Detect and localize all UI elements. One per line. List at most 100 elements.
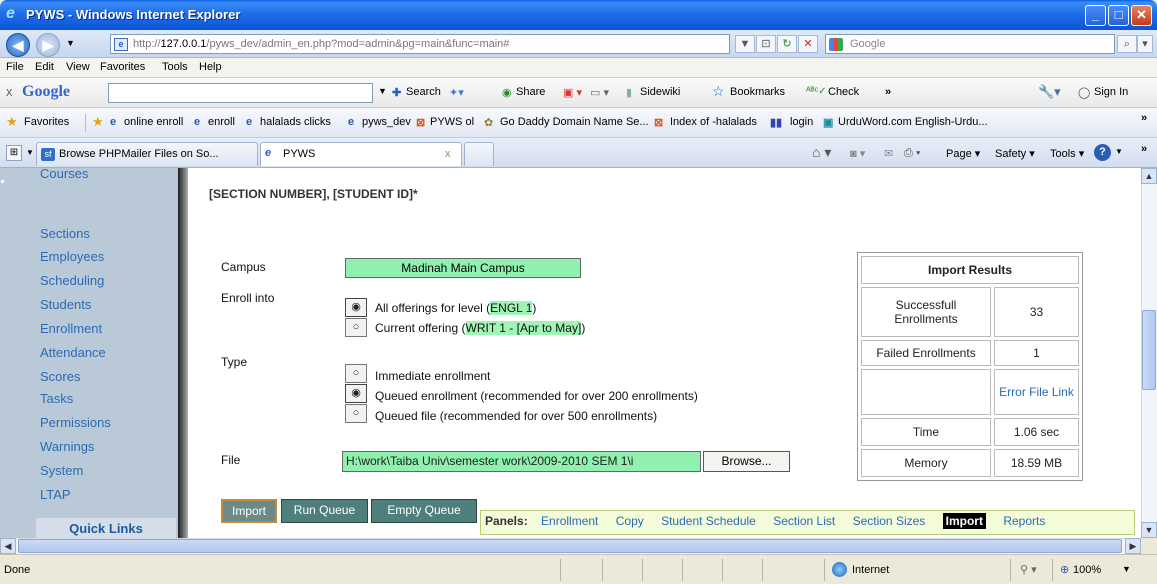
tools-menu[interactable]: Tools ▾ (1050, 147, 1084, 160)
sidebar-item-system[interactable]: System (40, 463, 83, 478)
safety-menu[interactable]: Safety ▾ (995, 147, 1035, 160)
sidebar-item-permissions[interactable]: Permissions (40, 415, 111, 430)
menu-edit[interactable]: Edit (35, 61, 54, 73)
menu-tools[interactable]: Tools (162, 61, 188, 73)
search-go-icon[interactable]: ⌕ (1117, 35, 1137, 53)
puzzle-icon[interactable]: ✦▾ (449, 86, 464, 99)
quick-tabs-icon[interactable]: ⊞ (6, 145, 22, 161)
toolbar-more-button[interactable]: » (885, 86, 891, 98)
quick-links-header[interactable]: Quick Links (36, 518, 176, 538)
page-rank-icon[interactable]: ▣ ▾ (563, 86, 582, 99)
share-button[interactable]: Share (516, 86, 545, 98)
zoom-level[interactable]: 100% (1073, 564, 1101, 576)
sign-in-button[interactable]: Sign In (1094, 86, 1128, 98)
tab-list-dropdown-icon[interactable]: ▼ (26, 148, 34, 157)
panel-section-list[interactable]: Section List (773, 514, 835, 528)
home-icon[interactable]: ⌂ ▾ (812, 144, 831, 161)
minimize-button[interactable]: _ (1085, 5, 1106, 26)
sidebar-item-scheduling[interactable]: Scheduling (40, 273, 104, 288)
import-button[interactable]: Import (221, 499, 277, 523)
bookmarks-button[interactable]: Bookmarks (730, 86, 785, 98)
feeds-icon[interactable]: ◙ ▾ (850, 147, 865, 160)
sidebar-item-sections[interactable]: Sections (40, 226, 90, 241)
maximize-button[interactable]: □ (1108, 5, 1129, 26)
panel-import[interactable]: Import (942, 513, 986, 529)
help-icon[interactable]: ? (1094, 144, 1111, 161)
refresh-icon[interactable]: ↻ (777, 35, 797, 53)
add-favorite-icon[interactable]: ★ (92, 114, 104, 130)
fav-godaddy[interactable]: Go Daddy Domain Name Se... (500, 116, 649, 128)
menu-favorites[interactable]: Favorites (100, 61, 145, 73)
menu-help[interactable]: Help (199, 61, 222, 73)
sidebar-item-ltap[interactable]: LTAP (40, 487, 71, 502)
tab-phpmailer[interactable]: sf Browse PHPMailer Files on So... (36, 142, 258, 166)
fav-urduword[interactable]: UrduWord.com English-Urdu... (838, 116, 988, 128)
toolbar-close-icon[interactable]: x (6, 84, 13, 99)
google-search-icon[interactable]: ✚ (392, 86, 401, 99)
fav-login[interactable]: login (790, 116, 813, 128)
search-options-button[interactable]: ▾ (1137, 35, 1153, 53)
page-menu[interactable]: Page ▾ (946, 147, 980, 160)
forward-button[interactable]: ▶ (36, 33, 60, 57)
fav-pyws-ol[interactable]: PYWS ol (430, 116, 474, 128)
menu-view[interactable]: View (66, 61, 90, 73)
sidebar-item-attendance[interactable]: Attendance (40, 345, 106, 360)
print-icon[interactable]: ⎙ ▾ (904, 147, 920, 160)
panel-student-schedule[interactable]: Student Schedule (661, 514, 756, 528)
scroll-down-icon[interactable]: ▼ (1141, 522, 1157, 538)
error-file-link[interactable]: Error File Link (994, 369, 1079, 415)
help-dropdown-icon[interactable]: ▼ (1115, 147, 1123, 156)
mail-icon[interactable]: ✉ (884, 147, 893, 160)
google-search-input[interactable] (108, 83, 373, 103)
vertical-scroll-thumb[interactable] (1142, 310, 1156, 390)
new-tab-button[interactable] (464, 142, 494, 166)
zoom-dropdown-icon[interactable]: ▼ (1122, 564, 1131, 574)
tab-close-icon[interactable]: x (445, 148, 451, 160)
back-button[interactable]: ◀ (6, 33, 30, 57)
sidebar-item-employees[interactable]: Employees (40, 249, 104, 264)
google-search-dropdown-icon[interactable]: ▼ (378, 86, 387, 96)
fav-online-enroll[interactable]: online enroll (124, 116, 183, 128)
fav-enroll[interactable]: enroll (208, 116, 235, 128)
sidebar-item-enrollment[interactable]: Enrollment (40, 321, 102, 336)
popup-blocker-icon[interactable]: ▭ ▾ (590, 86, 609, 99)
enroll-all-offerings-radio[interactable]: ◉ (345, 298, 367, 317)
scroll-left-icon[interactable]: ◀ (0, 538, 16, 554)
stop-icon[interactable]: ✕ (798, 35, 818, 53)
fav-index-halalads[interactable]: Index of -halalads (670, 116, 757, 128)
fav-halalads-clicks[interactable]: halalads clicks (260, 116, 331, 128)
sidebar-item-courses[interactable]: Courses (40, 168, 88, 181)
url-input[interactable]: http://127.0.0.1/pyws_dev/admin_en.php?m… (110, 34, 730, 54)
scroll-up-icon[interactable]: ▲ (1141, 168, 1157, 184)
campus-field[interactable]: Madinah Main Campus (345, 258, 581, 278)
favorites-more-icon[interactable]: » (1141, 112, 1147, 124)
address-dropdown-button[interactable]: ▼ (735, 35, 755, 53)
sidewiki-button[interactable]: Sidewiki (640, 86, 680, 98)
scroll-right-icon[interactable]: ▶ (1125, 538, 1141, 554)
horizontal-scroll-thumb[interactable] (18, 539, 1122, 553)
close-button[interactable]: ✕ (1131, 5, 1152, 26)
type-immediate-radio[interactable]: ○ (345, 364, 367, 383)
zoom-icon[interactable]: ⊕ (1060, 563, 1069, 576)
google-search-button[interactable]: Search (406, 86, 441, 98)
history-dropdown-icon[interactable]: ▼ (66, 38, 75, 48)
command-more-icon[interactable]: » (1141, 143, 1147, 155)
menu-file[interactable]: File (6, 61, 24, 73)
tab-pyws[interactable]: e PYWS x (260, 142, 462, 166)
protected-mode-icon[interactable]: ⚲ ▾ (1020, 563, 1037, 576)
favorites-button[interactable]: Favorites (24, 116, 69, 128)
sidebar-item-warnings[interactable]: Warnings (40, 439, 94, 454)
panel-section-sizes[interactable]: Section Sizes (853, 514, 926, 528)
check-button[interactable]: Check (828, 86, 859, 98)
type-queued-file-radio[interactable]: ○ (345, 404, 367, 423)
sidebar-item-students[interactable]: Students (40, 297, 91, 312)
empty-queue-button[interactable]: Empty Queue (371, 499, 477, 523)
type-queued-enrollment-radio[interactable]: ◉ (345, 384, 367, 403)
wrench-icon[interactable]: 🔧▾ (1038, 84, 1061, 100)
panel-copy[interactable]: Copy (616, 514, 644, 528)
sidebar-item-scores[interactable]: Scores (40, 369, 80, 384)
enroll-current-offering-radio[interactable]: ○ (345, 318, 367, 337)
panel-enrollment[interactable]: Enrollment (541, 514, 598, 528)
fav-pyws-dev[interactable]: pyws_dev (362, 116, 411, 128)
browse-button[interactable]: Browse... (703, 451, 790, 472)
